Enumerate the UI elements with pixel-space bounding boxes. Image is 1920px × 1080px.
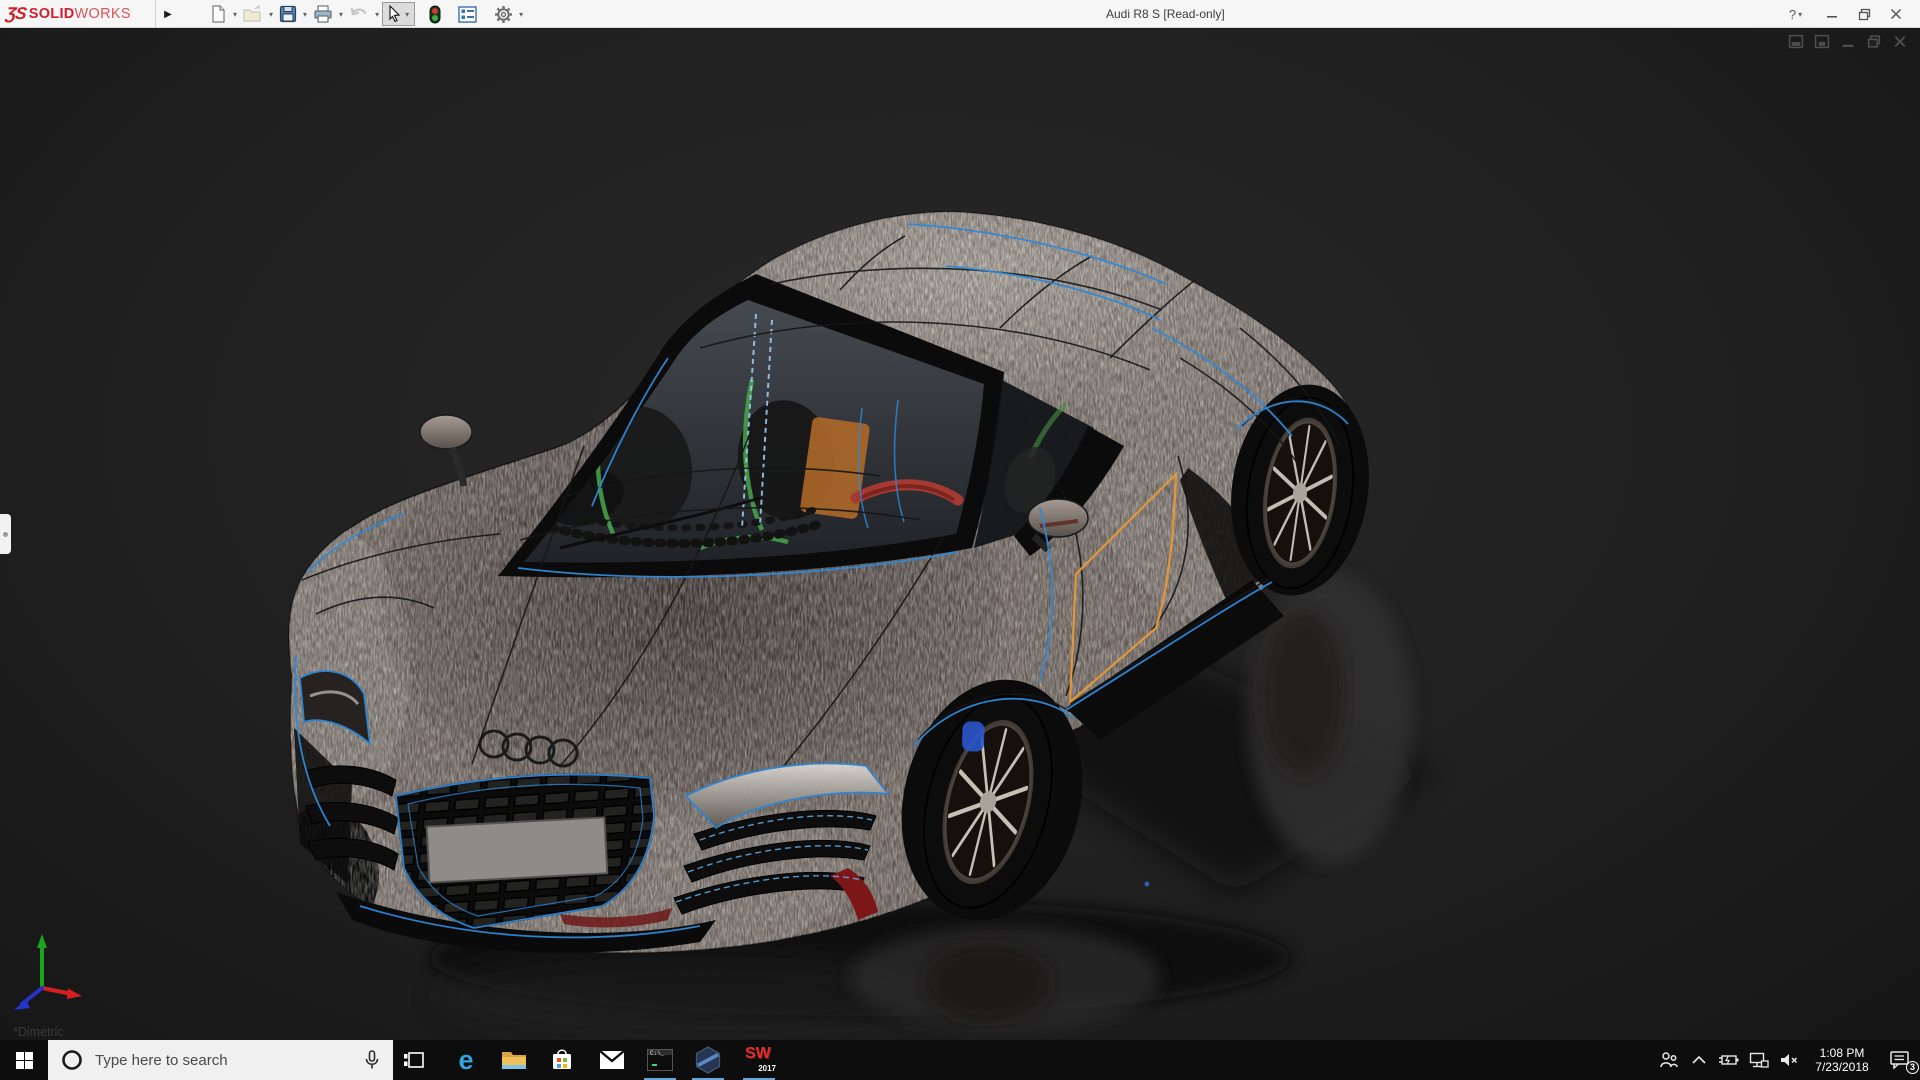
task-view-icon (402, 1048, 426, 1072)
restore-button[interactable] (1850, 0, 1878, 28)
network-button[interactable] (1744, 1040, 1774, 1080)
clock-time: 1:08 PM (1804, 1046, 1880, 1060)
battery-button[interactable] (1714, 1040, 1744, 1080)
open-folder-icon (243, 5, 263, 23)
traffic-light-icon (429, 5, 441, 24)
solidworks-2017-icon: SW 2017 (744, 1045, 774, 1075)
options-caret[interactable]: ▾ (519, 10, 523, 19)
undo-caret[interactable]: ▾ (375, 10, 379, 19)
solidworks-logo: ƷS SOLID WORKS (6, 0, 131, 28)
minimize-button[interactable] (1818, 0, 1846, 28)
select-cursor-icon (385, 5, 403, 23)
people-button[interactable] (1654, 1040, 1684, 1080)
store-button[interactable] (540, 1040, 584, 1080)
volume-button[interactable] (1774, 1040, 1804, 1080)
windows-logo-icon (16, 1052, 33, 1069)
search-input[interactable] (93, 1051, 333, 1070)
rebuild-button[interactable] (426, 2, 444, 26)
taskbar-search[interactable] (48, 1040, 393, 1080)
print-button[interactable] (310, 2, 336, 26)
license-plate (427, 817, 608, 882)
titlebar: ƷS SOLID WORKS ▶ ▾ ▾ ▾ (0, 0, 1920, 28)
triad-x-axis (42, 988, 72, 994)
close-icon (1890, 8, 1902, 20)
new-document-icon (209, 5, 227, 23)
file-explorer-icon (501, 1049, 527, 1071)
open-caret[interactable]: ▾ (269, 10, 273, 19)
edge-icon: e (458, 1047, 473, 1074)
print-caret[interactable]: ▾ (339, 10, 343, 19)
left-mirror (420, 415, 472, 486)
window-controls: ? ▾ (1780, 0, 1910, 28)
volume-muted-icon (1779, 1052, 1799, 1068)
start-button[interactable] (0, 1040, 48, 1080)
notification-badge: 3 (1906, 1061, 1919, 1074)
view-orientation-label: *Dimetric (13, 1025, 64, 1039)
options-button[interactable] (491, 2, 516, 26)
network-icon (1749, 1052, 1769, 1069)
taskbar-clock[interactable]: 1:08 PM 7/23/2018 (1804, 1046, 1880, 1074)
command-prompt-button[interactable]: C:\_ (638, 1040, 682, 1080)
hexagon-app-button[interactable] (686, 1040, 730, 1080)
store-icon (550, 1048, 574, 1072)
document-window-controls (1788, 34, 1908, 49)
action-center-button[interactable]: 3 (1880, 1040, 1920, 1080)
left-vent-slats (306, 766, 398, 870)
hexagon-app-icon (694, 1046, 722, 1074)
graphics-viewport[interactable]: *Dimetric (0, 28, 1920, 1040)
clock-date: 7/23/2018 (1804, 1060, 1880, 1074)
pane-right-icon[interactable] (1814, 34, 1830, 49)
mail-button[interactable] (590, 1040, 634, 1080)
new-document-button[interactable] (206, 2, 230, 26)
undo-icon (349, 5, 369, 23)
command-prompt-icon: C:\_ (647, 1049, 673, 1071)
save-floppy-icon (279, 5, 297, 23)
brake-caliper (962, 721, 985, 752)
edge-button[interactable]: e (444, 1040, 488, 1080)
window-title: Audi R8 S [Read-only] (1106, 0, 1225, 28)
close-doc-icon[interactable] (1892, 34, 1908, 49)
file-explorer-button[interactable] (492, 1040, 536, 1080)
print-icon (313, 5, 333, 23)
windows-taskbar: e C:\_ (0, 1040, 1920, 1080)
system-tray: 1:08 PM 7/23/2018 3 (1654, 1040, 1920, 1080)
save-caret[interactable]: ▾ (303, 10, 307, 19)
microphone-icon[interactable] (363, 1050, 381, 1070)
car-model-audi-r8 (0, 28, 1920, 1040)
minimize-icon (1826, 8, 1838, 20)
gear-icon (494, 5, 513, 24)
quick-toolbar: ▾ ▾ ▾ ▾ ▾ (206, 0, 526, 28)
select-tool-button[interactable]: ▾ (382, 2, 415, 26)
people-icon (1659, 1051, 1679, 1069)
open-button[interactable] (240, 2, 266, 26)
new-caret[interactable]: ▾ (233, 10, 237, 19)
display-pane-icon (458, 6, 477, 23)
tab-dot (3, 532, 8, 537)
chevron-up-icon (1691, 1054, 1707, 1066)
orientation-triad (8, 930, 86, 1022)
save-button[interactable] (276, 2, 300, 26)
close-button[interactable] (1882, 0, 1910, 28)
display-pane-button[interactable] (455, 2, 480, 26)
restore-doc-icon[interactable] (1866, 34, 1882, 49)
divider (155, 0, 156, 28)
pane-left-icon[interactable] (1788, 34, 1804, 49)
restore-icon (1858, 8, 1871, 21)
mail-icon (599, 1050, 625, 1070)
3ds-mark: ƷS (5, 4, 28, 24)
select-caret[interactable]: ▾ (405, 10, 409, 19)
minimize-doc-icon[interactable] (1840, 34, 1856, 49)
toolbar-expand-arrow[interactable]: ▶ (160, 0, 176, 28)
task-view-button[interactable] (392, 1040, 436, 1080)
solidworks-app-button[interactable]: SW 2017 (737, 1040, 781, 1080)
feature-panel-flyout-tab[interactable] (0, 514, 11, 554)
help-button[interactable]: ? ▾ (1780, 0, 1814, 28)
undo-button[interactable] (346, 2, 372, 26)
battery-charging-icon (1718, 1053, 1740, 1067)
tray-overflow-button[interactable] (1684, 1040, 1714, 1080)
cortana-icon (61, 1049, 83, 1071)
